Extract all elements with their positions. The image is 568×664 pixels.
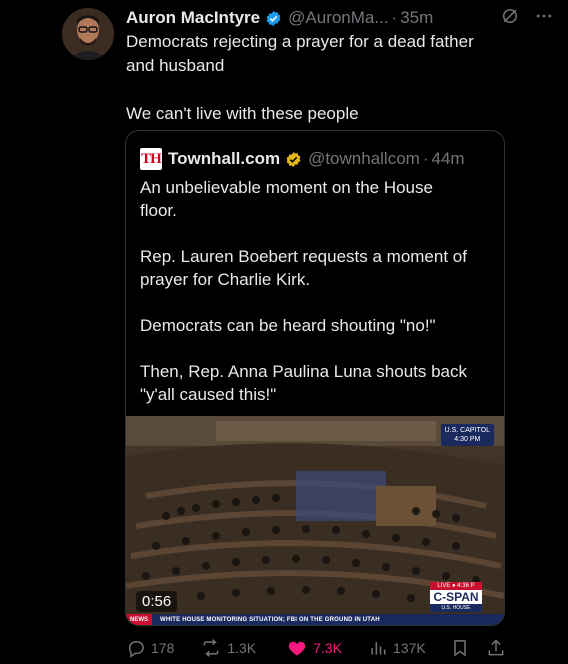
quoted-post-time[interactable]: 44m xyxy=(432,149,465,169)
verified-badge-icon xyxy=(265,10,282,27)
quoted-post-header: TH Townhall.com @townhallcom · 44m xyxy=(140,147,465,171)
bookmark-button[interactable] xyxy=(450,638,470,658)
post-text: Democrats rejecting a prayer for a dead … xyxy=(126,32,474,123)
separator-dot: · xyxy=(391,8,398,27)
capitol-time: 4:30 PM xyxy=(454,436,481,443)
cspan-bug: LIVE ● 4:36 P C-SPAN U.S. HOUSE xyxy=(430,582,482,612)
post-header: Auron MacIntyre @AuronMa... · 35m xyxy=(126,6,554,30)
action-bar: 178 1.3K 7.3K 137K xyxy=(126,636,506,660)
repost-button[interactable]: 1.3K xyxy=(200,638,286,658)
quoted-separator-dot: · xyxy=(422,149,429,168)
reply-button[interactable]: 178 xyxy=(126,638,190,658)
cspan-house-label: U.S. HOUSE xyxy=(430,604,482,612)
video-player[interactable]: U.S. CAPITOL 4:30 PM LIVE ● 4:36 P C-SPA… xyxy=(126,416,504,625)
slash-circle-icon[interactable] xyxy=(500,6,520,31)
reply-count: 178 xyxy=(151,640,175,656)
news-ticker: NEWS WHITE HOUSE MONITORING SITUATION; F… xyxy=(126,614,504,625)
ticker-news-label: NEWS xyxy=(126,614,152,625)
post[interactable]: Auron MacIntyre @AuronMa... · 35m Democr… xyxy=(0,0,568,664)
verified-gold-badge-icon xyxy=(285,151,302,168)
bookmark-icon xyxy=(450,638,470,658)
quoted-post[interactable]: TH Townhall.com @townhallcom · 44m An un… xyxy=(125,130,505,626)
more-dots-icon[interactable] xyxy=(534,6,554,31)
author-name[interactable]: Auron MacIntyre xyxy=(126,8,260,28)
share-icon xyxy=(486,638,506,658)
view-count: 137K xyxy=(393,640,426,656)
repost-count: 1.3K xyxy=(227,640,257,656)
views-button[interactable]: 137K xyxy=(368,638,446,658)
like-count: 7.3K xyxy=(313,640,342,656)
repost-icon xyxy=(200,638,222,658)
ticker-text: WHITE HOUSE MONITORING SITUATION; FBI ON… xyxy=(160,617,380,623)
author-avatar[interactable] xyxy=(62,8,114,60)
capitol-label: U.S. CAPITOL xyxy=(444,427,490,434)
townhall-logo[interactable]: TH xyxy=(140,148,162,170)
author-handle[interactable]: @AuronMa... xyxy=(288,8,388,28)
quoted-post-text: An unbelievable moment on the House floo… xyxy=(140,178,468,404)
capitol-overlay: U.S. CAPITOL 4:30 PM xyxy=(440,424,494,446)
quoted-author-name[interactable]: Townhall.com xyxy=(168,149,280,169)
quoted-author-handle[interactable]: @townhallcom xyxy=(308,149,420,169)
share-button[interactable] xyxy=(486,638,506,658)
video-duration: 0:56 xyxy=(136,591,178,612)
post-time[interactable]: 35m xyxy=(400,8,433,28)
avatar-image xyxy=(62,8,114,60)
cspan-logo: C-SPAN xyxy=(430,590,482,604)
like-button[interactable]: 7.3K xyxy=(286,638,368,658)
heart-icon xyxy=(286,638,308,658)
live-label: LIVE ● 4:36 P xyxy=(430,582,482,590)
views-bar-chart-icon xyxy=(368,638,388,658)
reply-icon xyxy=(126,638,146,658)
